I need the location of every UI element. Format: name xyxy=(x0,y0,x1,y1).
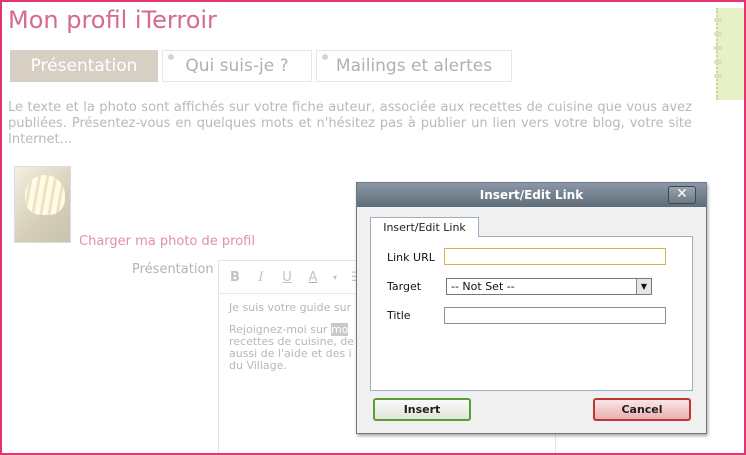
avatar xyxy=(14,166,71,243)
tab-insert-edit-link[interactable]: Insert/Edit Link xyxy=(370,217,479,237)
dialog-panel: Link URL Target -- Not Set -- ▼ Title xyxy=(370,236,693,391)
notebook-decoration xyxy=(714,8,744,100)
notebook-ring xyxy=(714,74,722,78)
underline-button[interactable]: U xyxy=(279,270,295,285)
target-label: Target xyxy=(387,280,422,293)
target-select-value: -- Not Set -- xyxy=(451,280,515,293)
notebook-ring xyxy=(714,18,722,22)
insert-button[interactable]: Insert xyxy=(373,398,471,421)
notebook-ring xyxy=(714,32,722,36)
target-select[interactable]: -- Not Set -- ▼ xyxy=(446,278,652,295)
tab-qui-suis-je[interactable]: Qui suis-je ? xyxy=(162,50,312,82)
tab-label: Qui suis-je ? xyxy=(185,56,289,76)
tab-mailings[interactable]: Mailings et alertes xyxy=(316,50,512,82)
editor-line: du Village. xyxy=(229,359,287,372)
tab-presentation[interactable]: Présentation xyxy=(10,50,158,82)
notebook-ring xyxy=(714,46,722,50)
tab-dot-icon xyxy=(322,54,328,60)
link-url-input[interactable] xyxy=(444,248,666,265)
chevron-down-icon[interactable]: ▼ xyxy=(636,279,651,294)
italic-button[interactable]: I xyxy=(253,270,269,285)
tab-label: Présentation xyxy=(30,56,138,76)
font-color-button[interactable]: A xyxy=(305,270,321,285)
tab-dot-icon xyxy=(168,54,174,60)
close-icon[interactable]: ✕ xyxy=(668,186,696,204)
madeleine-image xyxy=(25,175,65,215)
page-title: Mon profil iTerroir xyxy=(8,6,217,34)
tab-label: Mailings et alertes xyxy=(335,56,493,76)
dialog-title: Insert/Edit Link xyxy=(479,188,584,202)
dialog-titlebar[interactable]: Insert/Edit Link ✕ xyxy=(357,183,706,207)
insert-edit-link-dialog: Insert/Edit Link ✕ Insert/Edit Link Link… xyxy=(356,182,707,434)
title-label: Title xyxy=(387,309,411,322)
upload-photo-link[interactable]: Charger ma photo de profil xyxy=(79,234,255,249)
link-url-label: Link URL xyxy=(387,251,435,264)
cancel-button[interactable]: Cancel xyxy=(593,398,691,421)
title-input[interactable] xyxy=(444,307,666,324)
notebook-ring xyxy=(714,60,722,64)
font-color-dropdown-icon[interactable]: ▾ xyxy=(331,273,339,282)
bold-button[interactable]: B xyxy=(227,270,243,285)
page-frame: Mon profil iTerroir Présentation Qui sui… xyxy=(0,0,746,455)
intro-text: Le texte et la photo sont affichés sur v… xyxy=(8,100,692,147)
presentation-field-label: Présentation xyxy=(132,262,214,277)
